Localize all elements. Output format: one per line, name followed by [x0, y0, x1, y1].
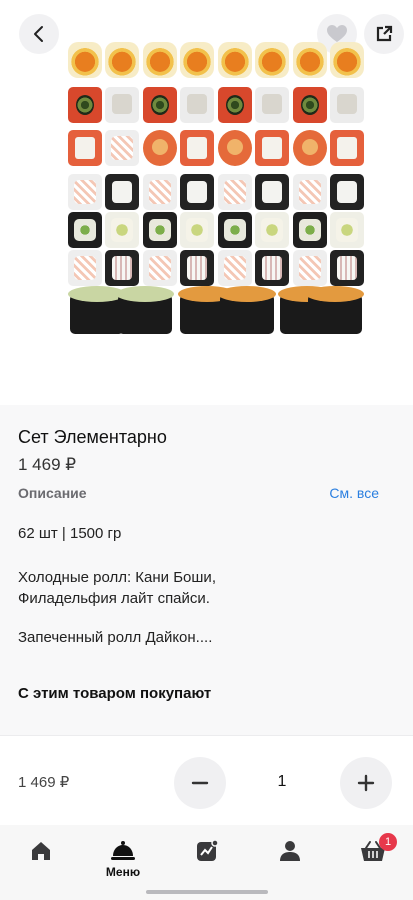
gunkan-row	[68, 286, 364, 336]
sushi-piece	[292, 174, 327, 210]
also-bought-heading: С этим товаром покупают	[18, 685, 212, 702]
sushi-piece	[329, 250, 364, 286]
bottom-tab-bar: Меню 1	[0, 825, 413, 900]
gunkan-piece	[218, 286, 276, 334]
sushi-piece	[142, 42, 177, 78]
sushi-piece	[142, 174, 177, 210]
sushi-piece	[255, 174, 290, 210]
sushi-piece	[292, 212, 327, 248]
description-line: Запеченный ролл Дайкон....	[18, 629, 213, 646]
sushi-piece	[68, 42, 102, 78]
product-price: 1 469 ₽	[18, 455, 77, 474]
sushi-piece	[180, 212, 215, 248]
sushi-row	[68, 174, 364, 210]
sushi-piece	[105, 130, 140, 166]
sushi-piece	[217, 130, 252, 166]
share-arrow-icon	[376, 25, 393, 42]
gunkan-piece	[306, 286, 364, 334]
description-line: Холодные ролл: Кани Боши, Филадельфия ла…	[18, 569, 216, 607]
sushi-piece	[105, 42, 140, 78]
sushi-piece	[329, 212, 364, 248]
share-button[interactable]	[364, 14, 404, 54]
sushi-piece	[180, 42, 215, 78]
cart-count-badge: 1	[379, 833, 397, 851]
sushi-piece	[180, 250, 215, 286]
description-label: Описание	[18, 485, 87, 501]
decrease-quantity-button[interactable]	[174, 757, 226, 809]
sushi-piece	[68, 87, 102, 123]
sushi-piece	[142, 130, 177, 166]
sushi-piece	[180, 130, 215, 166]
sushi-piece	[255, 130, 290, 166]
sushi-piece	[217, 87, 252, 123]
sushi-piece	[217, 174, 252, 210]
sushi-piece	[105, 174, 140, 210]
sushi-piece	[217, 212, 252, 248]
home-indicator[interactable]	[146, 890, 268, 894]
product-info: Сет Элементарно 1 469 ₽ Описание См. все…	[0, 405, 413, 735]
sushi-piece	[217, 42, 252, 78]
sushi-piece	[105, 87, 140, 123]
sushi-piece	[142, 250, 177, 286]
see-all-link[interactable]: См. все	[329, 485, 379, 501]
sushi-piece	[68, 250, 102, 286]
sushi-piece	[68, 174, 102, 210]
tab-menu-label: Меню	[105, 865, 141, 879]
sushi-row	[68, 250, 364, 286]
sushi-piece	[180, 174, 215, 210]
sushi-piece	[329, 42, 364, 78]
sushi-piece	[255, 212, 290, 248]
sushi-piece	[255, 42, 290, 78]
sushi-piece	[142, 212, 177, 248]
profile-icon	[280, 841, 300, 861]
description-line: 62 шт | 1500 гр	[18, 525, 122, 542]
sushi-piece	[142, 87, 177, 123]
bar-price: 1 469 ₽	[18, 774, 70, 791]
sushi-piece	[217, 250, 252, 286]
tab-home[interactable]	[16, 839, 66, 879]
back-button[interactable]	[19, 14, 59, 54]
tab-cart[interactable]: 1	[348, 833, 398, 879]
product-title: Сет Элементарно	[18, 427, 167, 447]
chevron-left-icon	[34, 26, 43, 42]
product-image-area	[0, 0, 413, 405]
sushi-piece	[329, 130, 364, 166]
tab-promo[interactable]	[182, 839, 232, 879]
sushi-row	[68, 212, 364, 248]
heart-icon	[327, 25, 347, 42]
tab-profile[interactable]	[265, 839, 315, 879]
sushi-row	[68, 130, 364, 166]
quantity-value: 1	[277, 773, 287, 790]
sushi-piece	[255, 87, 290, 123]
promo-chart-icon	[197, 839, 219, 861]
sushi-piece	[105, 250, 140, 286]
gunkan-piece	[68, 286, 126, 334]
sushi-row	[68, 87, 364, 123]
sushi-piece	[68, 130, 102, 166]
sushi-piece	[292, 42, 327, 78]
sushi-piece	[68, 212, 102, 248]
quantity-bar: 1 469 ₽ 1	[0, 735, 413, 825]
menu-cloche-icon	[111, 841, 135, 860]
sushi-set-photo	[68, 42, 364, 337]
home-icon	[32, 842, 50, 860]
sushi-piece	[329, 87, 364, 123]
gunkan-piece	[116, 286, 174, 334]
tab-menu[interactable]: Меню	[98, 839, 148, 879]
increase-quantity-button[interactable]	[340, 757, 392, 809]
sushi-row	[68, 42, 364, 78]
sushi-piece	[180, 87, 215, 123]
sushi-piece	[292, 87, 327, 123]
sushi-piece	[329, 174, 364, 210]
minus-icon	[191, 781, 209, 785]
sushi-piece	[255, 250, 290, 286]
sushi-piece	[292, 130, 327, 166]
plus-icon	[357, 774, 375, 792]
sushi-piece	[105, 212, 140, 248]
sushi-piece	[292, 250, 327, 286]
